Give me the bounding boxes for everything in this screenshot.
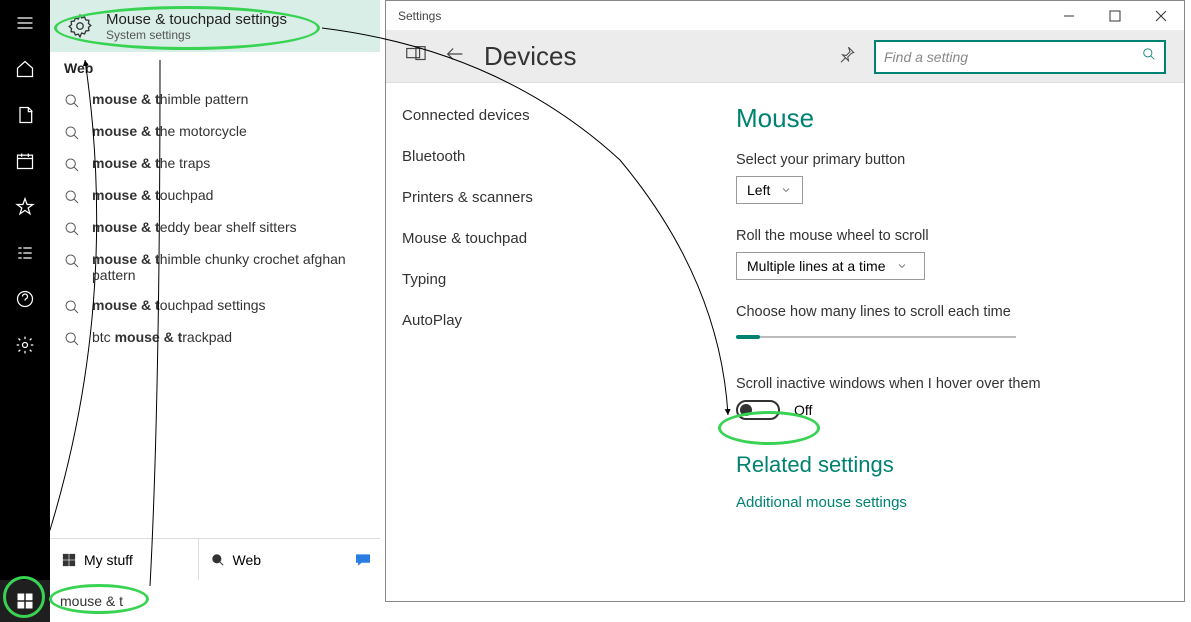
- chevron-down-icon: [896, 260, 908, 272]
- search-suggestion-text: mouse & teddy bear shelf sitters: [92, 219, 297, 235]
- devices-header-icon: [404, 43, 426, 70]
- window-title: Settings: [398, 9, 441, 23]
- search-suggestion[interactable]: mouse & thimble chunky crochet afghan pa…: [50, 244, 380, 290]
- window-titlebar[interactable]: Settings: [386, 1, 1184, 31]
- search-icon: [64, 93, 80, 109]
- home-icon[interactable]: [0, 46, 50, 92]
- search-icon: [64, 299, 80, 315]
- pin-icon[interactable]: [838, 45, 856, 68]
- cortana-left-strip: [0, 0, 50, 622]
- star-icon[interactable]: [0, 184, 50, 230]
- lines-slider[interactable]: [736, 328, 1016, 348]
- search-suggestion-text: mouse & touchpad settings: [92, 297, 266, 313]
- search-suggestion[interactable]: mouse & touchpad: [50, 180, 380, 212]
- lines-label: Choose how many lines to scroll each tim…: [736, 304, 1154, 320]
- search-icon: [64, 331, 80, 347]
- back-button[interactable]: [444, 43, 466, 70]
- settings-header: Devices: [386, 31, 1184, 83]
- find-setting-input[interactable]: [884, 49, 1142, 65]
- gear-icon: [64, 10, 96, 42]
- settings-category-item[interactable]: Bluetooth: [386, 136, 706, 177]
- search-icon: [64, 221, 80, 237]
- list-icon[interactable]: [0, 230, 50, 276]
- search-suggestion[interactable]: mouse & teddy bear shelf sitters: [50, 212, 380, 244]
- search-suggestion-text: mouse & touchpad: [92, 187, 213, 203]
- search-suggestion-text: mouse & the traps: [92, 155, 210, 171]
- tab-my-stuff-label: My stuff: [84, 552, 133, 568]
- wheel-value: Multiple lines at a time: [747, 258, 886, 274]
- settings-category-item[interactable]: Mouse & touchpad: [386, 218, 706, 259]
- help-icon[interactable]: [0, 276, 50, 322]
- web-section-header: Web: [50, 52, 380, 84]
- taskbar: [0, 580, 380, 622]
- settings-category-list: Connected devicesBluetoothPrinters & sca…: [386, 83, 706, 601]
- search-icon: [64, 253, 80, 269]
- top-result-subtitle: System settings: [106, 28, 287, 42]
- tab-web[interactable]: Web: [199, 539, 347, 580]
- minimize-button[interactable]: [1046, 1, 1092, 31]
- search-suggestion-text: btc mouse & trackpad: [92, 329, 232, 345]
- search-suggestion[interactable]: mouse & thimble pattern: [50, 84, 380, 116]
- search-suggestion[interactable]: btc mouse & trackpad: [50, 322, 380, 354]
- primary-button-label: Select your primary button: [736, 152, 1154, 168]
- calendar-icon[interactable]: [0, 138, 50, 184]
- search-icon: [64, 125, 80, 141]
- search-suggestion[interactable]: mouse & touchpad settings: [50, 290, 380, 322]
- wheel-combo[interactable]: Multiple lines at a time: [736, 252, 925, 280]
- chevron-down-icon: [780, 184, 792, 196]
- top-result-title: Mouse & touchpad settings: [106, 11, 287, 28]
- related-settings-title: Related settings: [736, 452, 1154, 478]
- tab-my-stuff[interactable]: My stuff: [50, 539, 199, 580]
- hamburger-icon[interactable]: [0, 0, 50, 46]
- page-title: Mouse: [736, 103, 1154, 134]
- settings-category-item[interactable]: AutoPlay: [386, 300, 706, 341]
- notebook-icon[interactable]: [0, 92, 50, 138]
- settings-category-item[interactable]: Connected devices: [386, 95, 706, 136]
- maximize-button[interactable]: [1092, 1, 1138, 31]
- search-suggestion-text: mouse & thimble chunky crochet afghan pa…: [92, 251, 366, 283]
- primary-button-combo[interactable]: Left: [736, 176, 803, 204]
- primary-button-value: Left: [747, 182, 770, 198]
- search-icon: [64, 189, 80, 205]
- cortana-search-input[interactable]: [50, 580, 380, 622]
- additional-mouse-settings-link[interactable]: Additional mouse settings: [736, 494, 1154, 511]
- inactive-toggle[interactable]: [736, 400, 780, 420]
- top-result[interactable]: Mouse & touchpad settings System setting…: [50, 0, 380, 52]
- close-button[interactable]: [1138, 1, 1184, 31]
- find-setting-box[interactable]: [874, 40, 1166, 74]
- settings-category-item[interactable]: Typing: [386, 259, 706, 300]
- inactive-label: Scroll inactive windows when I hover ove…: [736, 376, 1154, 392]
- settings-category-item[interactable]: Printers & scanners: [386, 177, 706, 218]
- search-suggestion[interactable]: mouse & the traps: [50, 148, 380, 180]
- settings-icon[interactable]: [0, 322, 50, 368]
- header-title: Devices: [484, 41, 576, 72]
- settings-window: Settings Devices Connected devicesBlueto…: [385, 0, 1185, 602]
- cortana-search-panel: Mouse & touchpad settings System setting…: [50, 0, 380, 580]
- start-button[interactable]: [0, 580, 50, 622]
- search-suggestion-text: mouse & the motorcycle: [92, 123, 247, 139]
- search-icon: [64, 157, 80, 173]
- feedback-icon[interactable]: [346, 539, 380, 580]
- settings-content: Mouse Select your primary button Left Ro…: [706, 83, 1184, 601]
- tab-web-label: Web: [233, 552, 262, 568]
- wheel-label: Roll the mouse wheel to scroll: [736, 228, 1154, 244]
- search-icon: [1142, 47, 1156, 66]
- inactive-toggle-value: Off: [794, 402, 812, 418]
- search-suggestion[interactable]: mouse & the motorcycle: [50, 116, 380, 148]
- search-suggestion-text: mouse & thimble pattern: [92, 91, 248, 107]
